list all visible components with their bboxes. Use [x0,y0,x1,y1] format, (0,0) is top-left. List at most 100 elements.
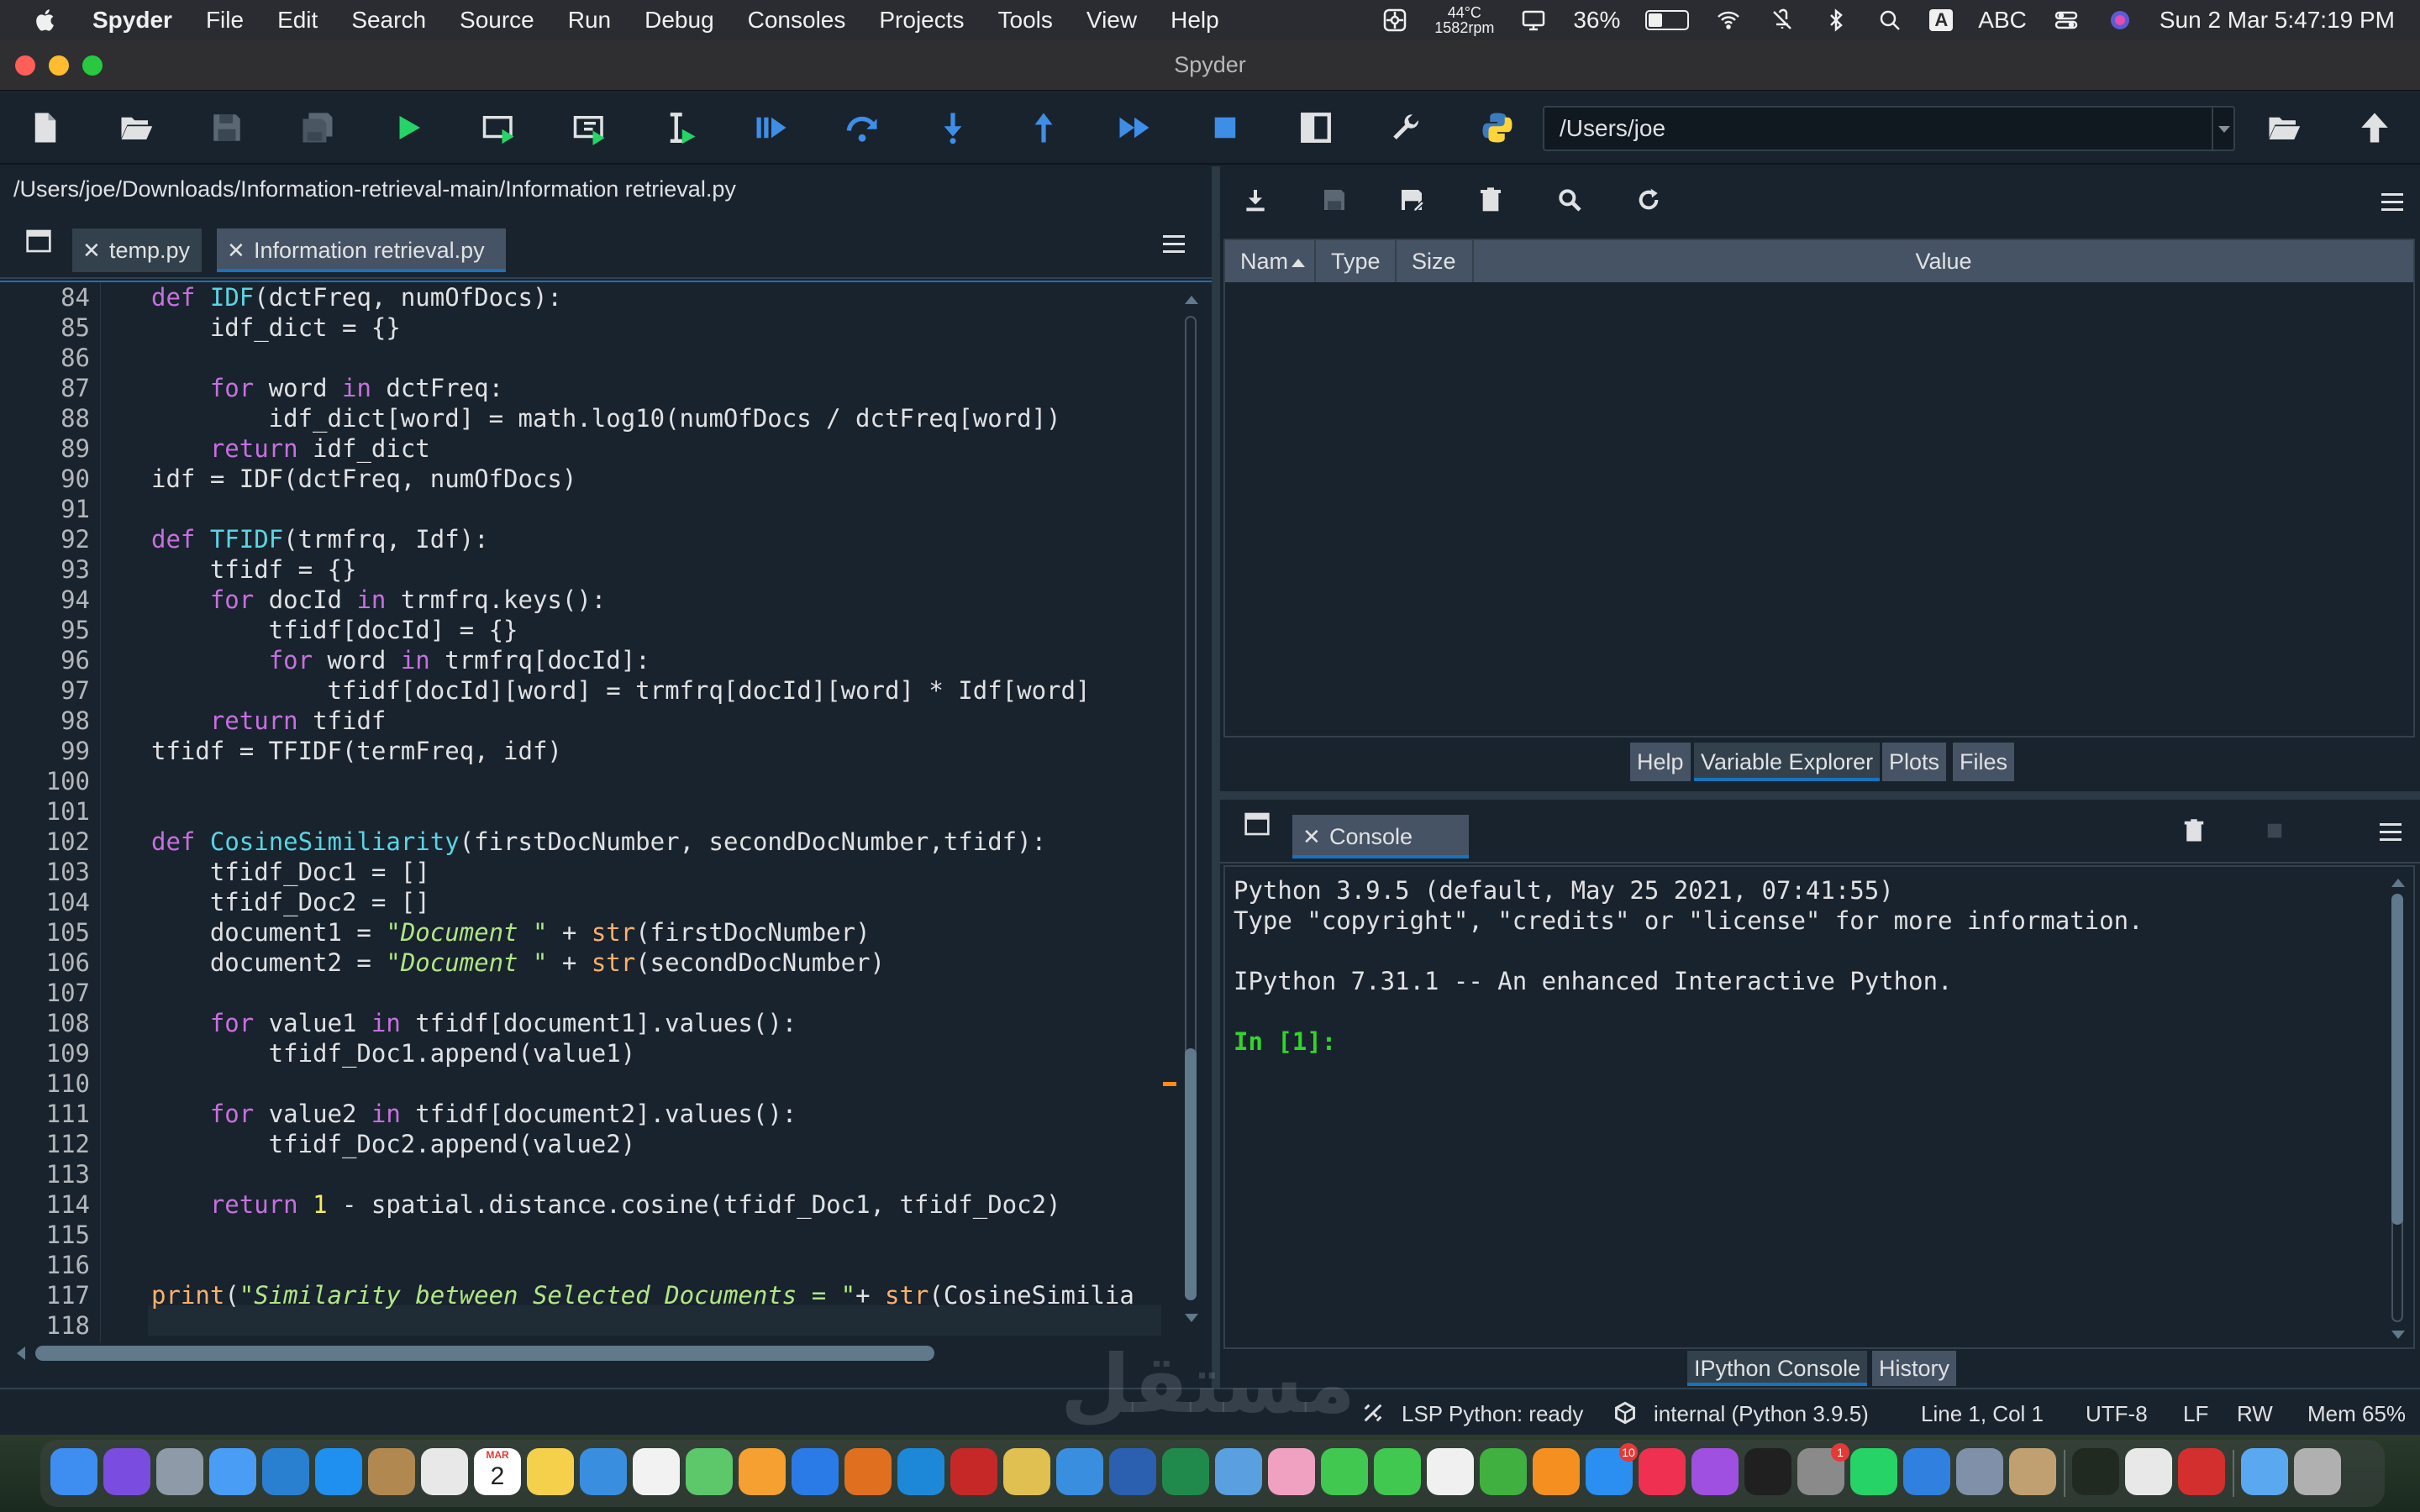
dock-xcode-tools-icon[interactable] [1903,1448,1950,1495]
code-line[interactable] [151,1250,1134,1280]
step-into-button[interactable] [933,108,973,148]
menu-debug[interactable]: Debug [644,7,714,34]
dock-maps-icon[interactable] [686,1448,733,1495]
code-line[interactable] [151,978,1134,1008]
dock-freeform-icon[interactable] [580,1448,627,1495]
new-file-button[interactable] [25,108,66,148]
column-header-name[interactable]: Nam [1225,240,1316,282]
dock-whatsapp-icon[interactable] [1850,1448,1897,1495]
column-header-value[interactable]: Value [1474,240,2413,282]
control-center-icon[interactable] [2052,8,2081,33]
browse-directory-button[interactable] [2264,108,2304,148]
display-icon[interactable] [1519,8,1548,33]
dock-preview-icon[interactable] [2125,1448,2172,1495]
temperature-readout[interactable]: 44°C 1582rpm [1434,5,1494,35]
menu-source[interactable]: Source [460,7,534,34]
tab-temp-py[interactable]: ✕ temp.py [72,228,202,272]
scroll-left-arrow-icon[interactable] [17,1347,25,1360]
dock-archive-icon[interactable] [2009,1448,2056,1495]
run-cell-button[interactable] [479,108,519,148]
menu-run[interactable]: Run [568,7,611,34]
scroll-thumb[interactable] [1185,1048,1197,1300]
run-cell-advance-button[interactable] [570,108,610,148]
pane-tab-variable-explorer[interactable]: Variable Explorer [1694,743,1881,781]
dock-xcode-icon[interactable] [792,1448,839,1495]
pane-tab-help[interactable]: Help [1630,743,1691,781]
bluetooth-icon[interactable] [1822,8,1850,33]
code-line[interactable]: idf = IDF(dctFreq, numOfDocs) [151,464,1134,494]
open-file-button[interactable] [116,108,156,148]
menu-tools[interactable]: Tools [998,7,1053,34]
save-all-button[interactable] [297,108,338,148]
code-line[interactable]: tfidf_Doc1.append(value1) [151,1038,1134,1068]
remove-all-variables-button[interactable] [1476,185,1506,215]
step-return-button[interactable] [1023,108,1064,148]
code-line[interactable]: tfidf_Doc1 = [] [151,857,1134,887]
fan-sensor-icon[interactable] [1381,8,1409,33]
run-selection-button[interactable] [660,108,701,148]
menu-view[interactable]: View [1086,7,1137,34]
pane-tab-ipython-console[interactable]: IPython Console [1687,1351,1868,1386]
chevron-down-icon[interactable] [2212,108,2233,150]
parent-directory-button[interactable] [2354,108,2395,148]
code-line[interactable] [151,343,1134,373]
console-options-menu-icon[interactable] [2380,823,2402,842]
dock-numbers-icon[interactable] [1480,1448,1527,1495]
scroll-up-arrow-icon[interactable] [2391,879,2405,887]
interpreter-status[interactable]: internal (Python 3.9.5) [1654,1401,1869,1427]
step-over-button[interactable] [842,108,882,148]
scroll-thumb[interactable] [2391,894,2403,1225]
menu-help[interactable]: Help [1171,7,1219,34]
dock-finder-icon[interactable] [50,1448,97,1495]
dock-archive-utility-icon[interactable] [368,1448,415,1495]
column-header-type[interactable]: Type [1316,240,1397,282]
scroll-thumb[interactable] [35,1346,934,1361]
dock-virtualbox-icon[interactable] [1215,1448,1262,1495]
code-line[interactable] [151,1068,1134,1099]
dock-podcasts-icon[interactable] [1691,1448,1739,1495]
code-line[interactable]: print("Similarity between Selected Docum… [151,1280,1134,1310]
code-line[interactable]: for word in trmfrq[docId]: [151,645,1134,675]
dock-launchpad-icon[interactable] [156,1448,203,1495]
variable-table[interactable]: Nam Type Size Value [1223,239,2415,738]
save-data-button[interactable] [1319,185,1349,215]
dock-siri-icon[interactable] [103,1448,150,1495]
editor-vertical-scrollbar[interactable] [1180,284,1200,1334]
code-line[interactable]: def TFIDF(trmfrq, Idf): [151,524,1134,554]
dock-pages-icon[interactable] [739,1448,786,1495]
dock-textedit-icon[interactable] [1427,1448,1474,1495]
column-header-size[interactable]: Size [1397,240,1474,282]
stop-icon[interactable] [2265,822,2284,840]
dock-chrome-icon[interactable] [421,1448,468,1495]
code-line[interactable]: def CosineSimiliarity(firstDocNumber, se… [151,827,1134,857]
variable-explorer-options-menu-icon[interactable] [2381,193,2403,212]
apple-logo-icon[interactable] [34,8,59,33]
close-tab-icon[interactable]: ✕ [227,228,245,272]
scroll-down-arrow-icon[interactable] [1185,1314,1198,1322]
code-line[interactable]: for value1 in tfidf[document1].values(): [151,1008,1134,1038]
code-line[interactable] [151,1310,1134,1341]
dock-mail-icon[interactable] [209,1448,256,1495]
dock-downloads-folder-icon[interactable] [2241,1448,2288,1495]
dock-activity-monitor-icon[interactable] [2072,1448,2119,1495]
code-line[interactable]: idf_dict = {} [151,312,1134,343]
console-output[interactable]: Python 3.9.5 (default, May 25 2021, 07:4… [1223,865,2415,1349]
browse-tabs-icon[interactable] [25,228,52,254]
code-line[interactable]: def IDF(dctFreq, numOfDocs): [151,282,1134,312]
menu-file[interactable]: File [206,7,244,34]
spotlight-search-icon[interactable] [1876,8,1904,33]
code-line[interactable] [151,1220,1134,1250]
scroll-up-arrow-icon[interactable] [1185,296,1198,304]
close-tab-icon[interactable]: ✕ [1302,815,1321,858]
dock-photos-icon[interactable] [1268,1448,1315,1495]
code-line[interactable]: idf_dict[word] = math.log10(numOfDocs / … [151,403,1134,433]
horizontal-splitter[interactable] [1220,791,2420,800]
code-line[interactable]: for docId in trmfrq.keys(): [151,585,1134,615]
maximize-pane-button[interactable] [1296,108,1336,148]
python-path-manager-button[interactable] [1477,108,1518,148]
code-line[interactable]: tfidf[docId][word] = trmfrq[docId][word]… [151,675,1134,706]
dock-reminders-icon[interactable] [633,1448,680,1495]
continue-button[interactable] [1114,108,1155,148]
dock-facetime-icon[interactable] [1374,1448,1421,1495]
code-line[interactable]: for word in dctFreq: [151,373,1134,403]
